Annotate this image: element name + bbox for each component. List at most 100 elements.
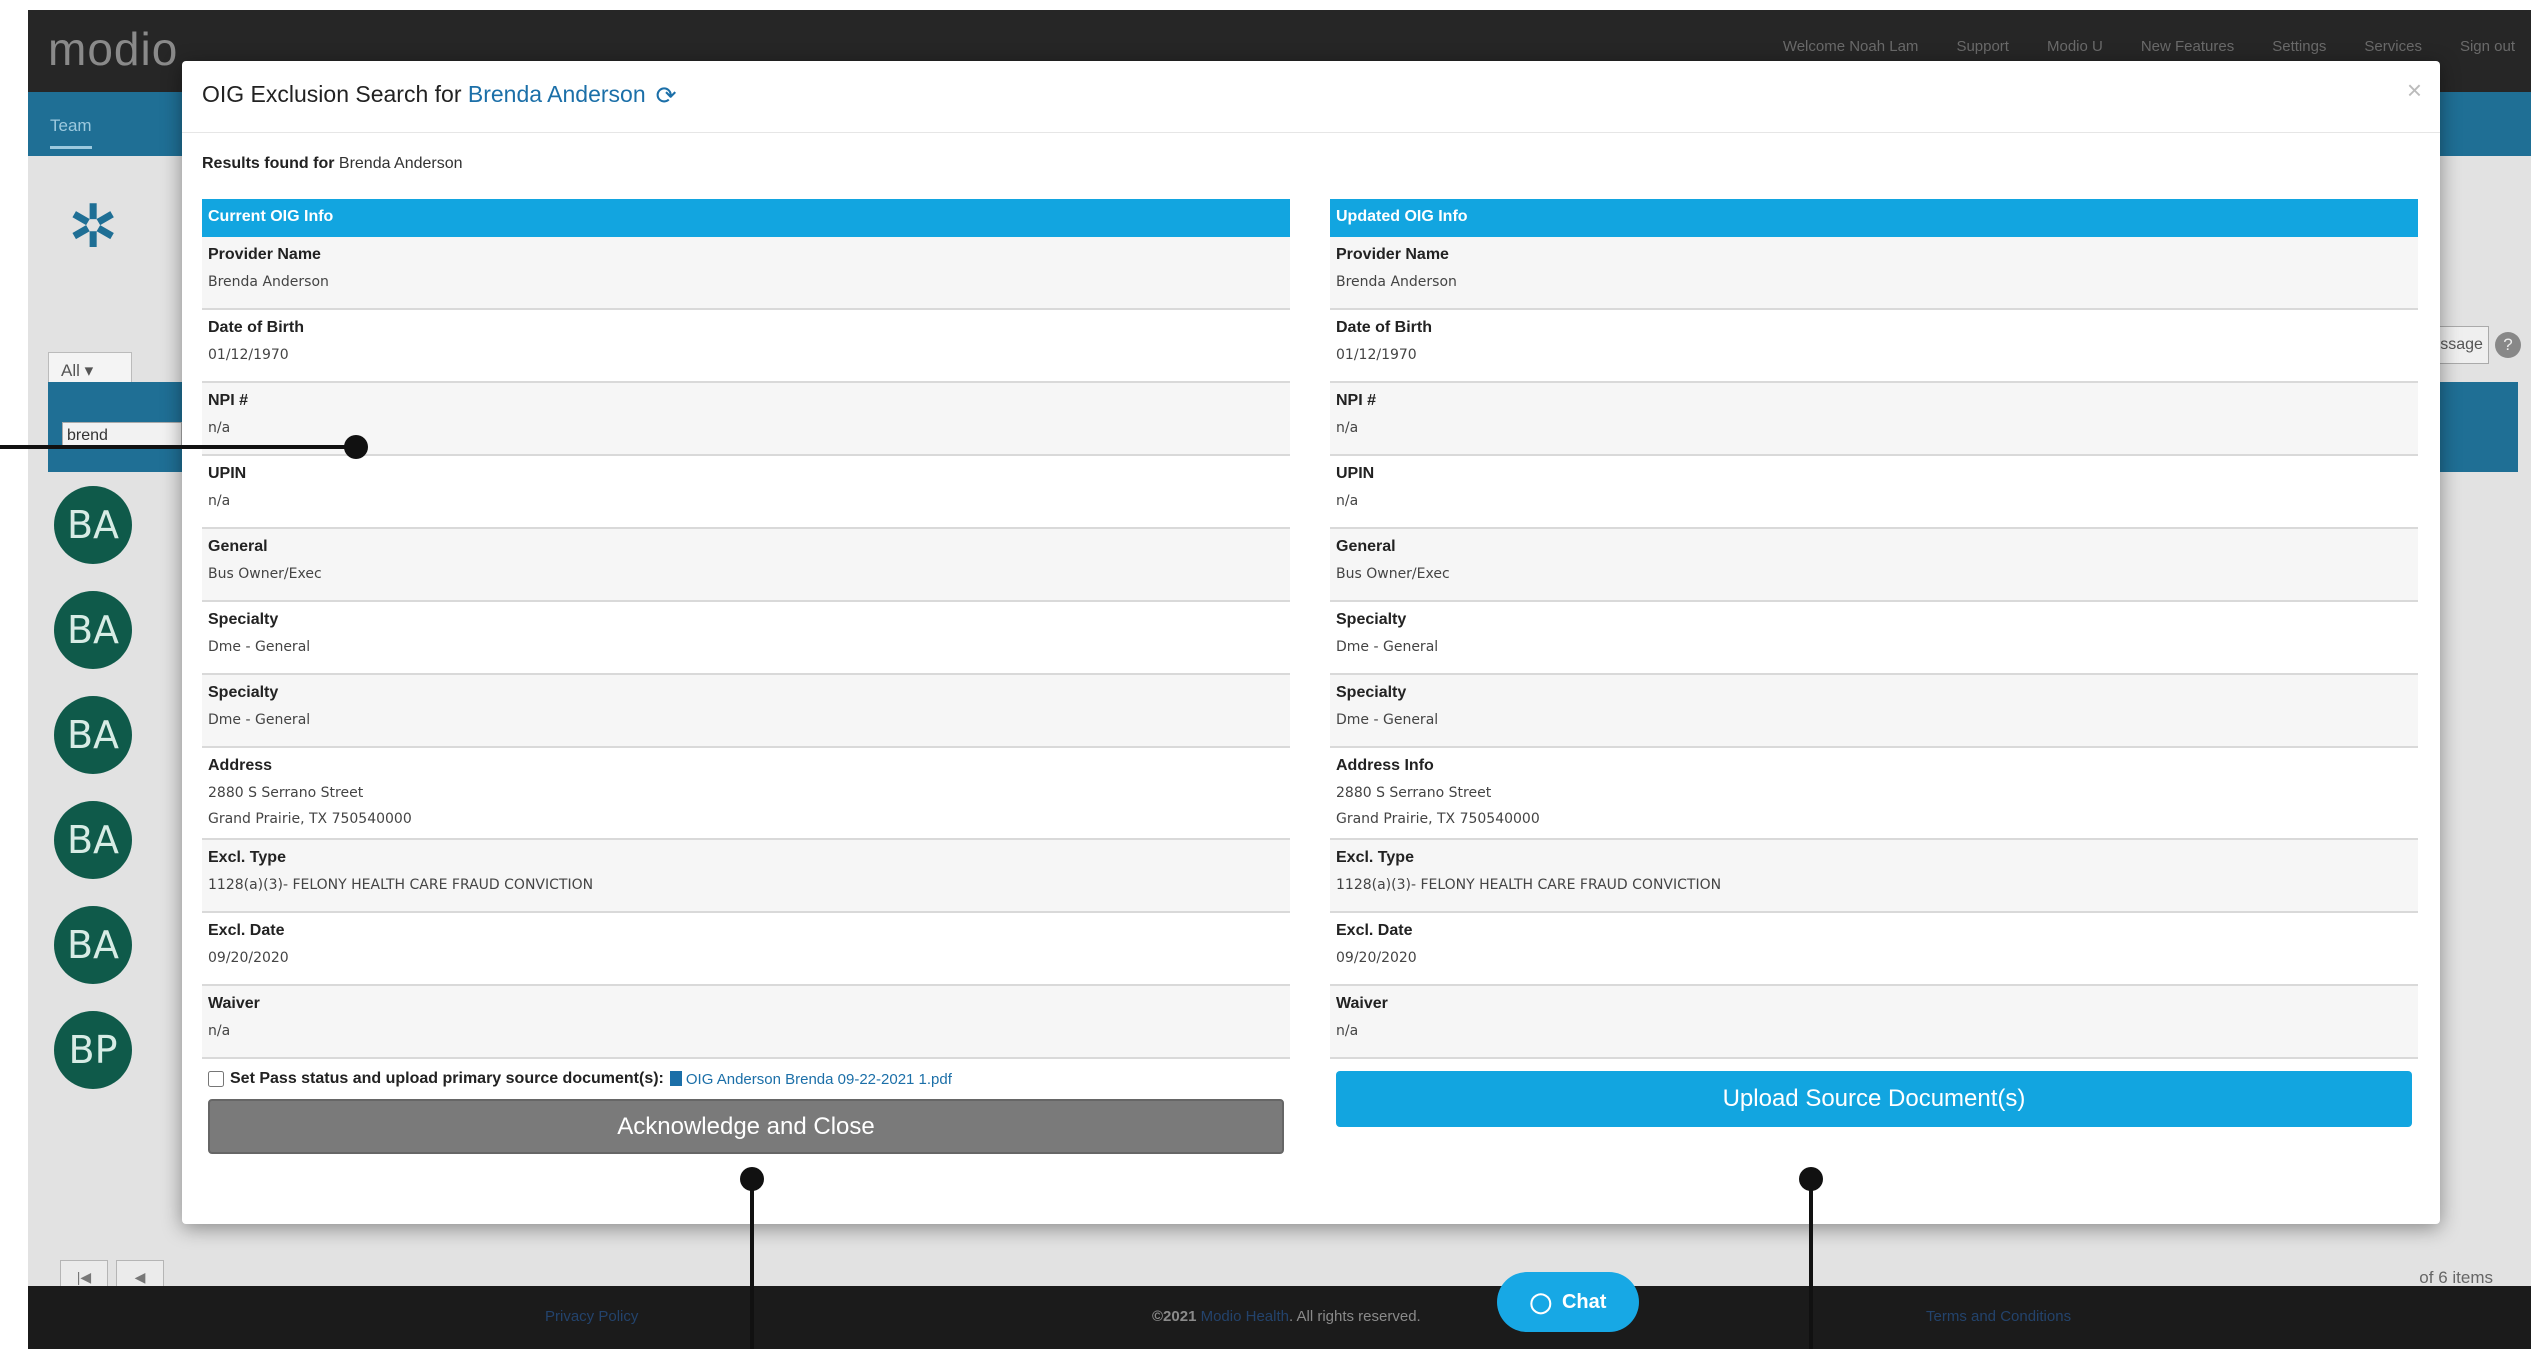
- upload-source-documents-button[interactable]: Upload Source Document(s): [1336, 1071, 2412, 1127]
- field-label: UPIN: [1336, 465, 1375, 482]
- results-label: Results found for: [202, 155, 335, 172]
- chat-button[interactable]: ◯ Chat: [1497, 1272, 1639, 1332]
- updated-oig-fields: Provider Name Brenda Anderson Date of Birt…: [1330, 237, 2418, 1059]
- company-link[interactable]: Modio Health: [1201, 1308, 1289, 1325]
- close-icon[interactable]: ×: [2407, 75, 2422, 106]
- info-field: General Bus Owner/Exec: [202, 529, 1290, 602]
- pdf-icon: [669, 1070, 682, 1086]
- current-oig-header: Current OIG Info: [202, 199, 1290, 237]
- nav-modio-u[interactable]: Modio U: [2047, 38, 2103, 55]
- tab-team[interactable]: Team: [50, 116, 92, 149]
- nav-new-features[interactable]: New Features: [2141, 38, 2234, 55]
- field-label: Excl. Date: [208, 922, 285, 939]
- annotation-line: [750, 1180, 754, 1349]
- info-field: Address Info 2880 S Serrano Street Grand …: [1330, 748, 2418, 840]
- current-oig-fields: Provider Name Brenda Anderson Date of Birt…: [202, 237, 1290, 1059]
- nav-settings[interactable]: Settings: [2272, 38, 2326, 55]
- field-value: Brenda Anderson: [1336, 274, 1457, 290]
- info-field: Address 2880 S Serrano Street Grand Prair…: [202, 748, 1290, 840]
- avatar: BA: [54, 486, 132, 564]
- modal-title-prefix: OIG Exclusion Search for: [202, 81, 468, 107]
- info-field: NPI # n/a: [1330, 383, 2418, 456]
- field-label: NPI #: [1336, 392, 1377, 409]
- info-field: Provider Name Brenda Anderson: [1330, 237, 2418, 310]
- app-background: modio Welcome Noah Lam Support Modio U N…: [28, 10, 2531, 1349]
- terms-link[interactable]: Terms and Conditions: [1926, 1308, 2071, 1325]
- info-field: Date of Birth 01/12/1970: [1330, 310, 2418, 383]
- field-value: Brenda Anderson: [208, 274, 329, 290]
- field-value: n/a: [1336, 1023, 1359, 1039]
- field-value: n/a: [1336, 493, 1359, 509]
- info-field: Specialty Dme - General: [1330, 602, 2418, 675]
- field-label: Excl. Type: [208, 849, 286, 866]
- copyright-suffix: . All rights reserved.: [1288, 1308, 1421, 1325]
- field-label: Provider Name: [208, 246, 321, 263]
- field-value: n/a: [208, 1023, 231, 1039]
- field-value: 09/20/2020: [1336, 950, 1417, 966]
- field-value: 01/12/1970: [1336, 347, 1417, 363]
- chat-label: Chat: [1561, 1290, 1607, 1313]
- source-document-link[interactable]: OIG Anderson Brenda 09-22-2021 1.pdf: [669, 1070, 952, 1088]
- field-label: General: [1336, 538, 1396, 555]
- nav-sign-out[interactable]: Sign out: [2460, 38, 2515, 55]
- field-value: 09/20/2020: [208, 950, 289, 966]
- avatar: BP: [54, 1011, 132, 1089]
- field-label: Specialty: [1336, 684, 1407, 701]
- acknowledge-close-button[interactable]: Acknowledge and Close: [208, 1099, 1284, 1154]
- field-label: Provider Name: [1336, 246, 1449, 263]
- field-label: NPI #: [208, 392, 249, 409]
- updated-oig-panel: Updated OIG Info Provider Name Brenda And…: [1330, 199, 2418, 1127]
- field-label: General: [208, 538, 268, 555]
- refresh-icon[interactable]: ⟳: [656, 81, 677, 111]
- field-label: Address Info: [1336, 757, 1434, 774]
- welcome-text: Welcome Noah Lam: [1782, 38, 1919, 55]
- field-label: Date of Birth: [208, 319, 304, 336]
- updated-oig-header: Updated OIG Info: [1330, 199, 2418, 237]
- current-oig-panel: Current OIG Info Provider Name Brenda And…: [202, 199, 1290, 1154]
- field-value: Dme - General: [1336, 639, 1439, 655]
- field-label: Specialty: [208, 611, 279, 628]
- info-field: Specialty Dme - General: [202, 602, 1290, 675]
- copyright-prefix: ©2021: [1152, 1308, 1201, 1325]
- help-icon[interactable]: ?: [2495, 332, 2521, 358]
- info-field: Excl. Type 1128(a)(3)- FELONY HEALTH CARE…: [202, 840, 1290, 913]
- info-field: Specialty Dme - General: [1330, 675, 2418, 748]
- info-field: Provider Name Brenda Anderson: [202, 237, 1290, 310]
- nav-services[interactable]: Services: [2364, 38, 2422, 55]
- field-label: Waiver: [1336, 995, 1388, 1012]
- top-nav: Welcome Noah Lam Support Modio U New Fea…: [1783, 38, 2515, 55]
- footer: Privacy Policy ©2021 Modio Health. All r…: [28, 1286, 2531, 1349]
- field-label: Date of Birth: [1336, 319, 1432, 336]
- field-label: Specialty: [1336, 611, 1407, 628]
- privacy-link[interactable]: Privacy Policy: [545, 1308, 638, 1325]
- field-value: Dme - General: [208, 639, 311, 655]
- pass-status-row: Set Pass status and upload primary sourc…: [202, 1059, 1290, 1099]
- field-value: Dme - General: [208, 712, 311, 728]
- field-value: Bus Owner/Exec: [1336, 566, 1450, 582]
- annotation-dot: [740, 1167, 764, 1191]
- annotation-line: [1809, 1180, 1813, 1349]
- field-value: n/a: [1336, 420, 1359, 436]
- info-field: Excl. Date 09/20/2020: [202, 913, 1290, 986]
- info-field: Waiver n/a: [1330, 986, 2418, 1059]
- info-field: Excl. Date 09/20/2020: [1330, 913, 2418, 986]
- field-label: Waiver: [208, 995, 260, 1012]
- modal-title-name: Brenda Anderson: [467, 81, 646, 107]
- field-label: Excl. Date: [1336, 922, 1413, 939]
- filter-select-value: All: [61, 361, 80, 380]
- set-pass-checkbox[interactable]: [208, 1071, 224, 1087]
- field-value: 2880 S Serrano Street Grand Prairie, TX …: [208, 785, 412, 827]
- annotation-dot: [1799, 1167, 1823, 1191]
- info-field: Waiver n/a: [202, 986, 1290, 1059]
- field-value: Bus Owner/Exec: [208, 566, 322, 582]
- nav-support[interactable]: Support: [1956, 38, 2009, 55]
- field-label: UPIN: [208, 465, 247, 482]
- info-field: Specialty Dme - General: [202, 675, 1290, 748]
- field-value: n/a: [208, 420, 231, 436]
- info-field: Excl. Type 1128(a)(3)- FELONY HEALTH CARE…: [1330, 840, 2418, 913]
- avatar: BA: [54, 906, 132, 984]
- source-document-name: OIG Anderson Brenda 09-22-2021 1.pdf: [685, 1070, 952, 1088]
- results-name: Brenda Anderson: [338, 155, 463, 172]
- copyright: ©2021 Modio Health. All rights reserved.: [1152, 1308, 1421, 1325]
- field-label: Address: [208, 757, 273, 774]
